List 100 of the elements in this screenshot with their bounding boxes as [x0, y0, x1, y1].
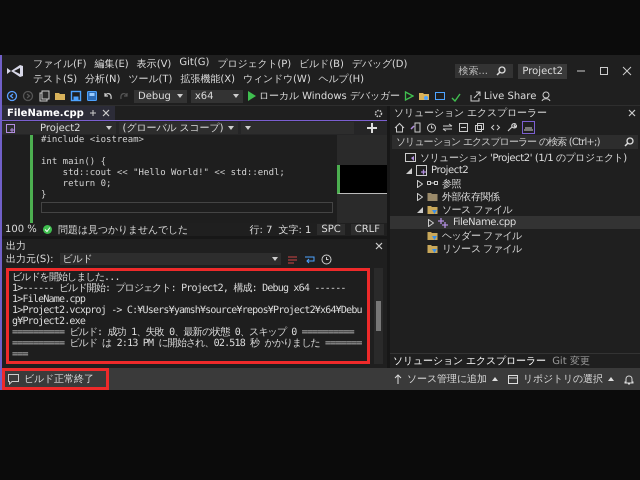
caret-up-icon [608, 377, 614, 381]
window-icon[interactable] [434, 90, 446, 102]
menu-item[interactable]: 拡張機能(X) [180, 72, 236, 86]
search-field[interactable]: 検索... [455, 64, 514, 78]
sync-icon[interactable] [442, 122, 453, 132]
tree-item[interactable]: ソリューション 'Project2' (1/1 のプロジェクト) [390, 151, 640, 164]
caret-up-icon [492, 377, 498, 381]
close-icon[interactable] [622, 66, 632, 76]
zoom-level[interactable]: 100 % [5, 224, 37, 235]
undo-icon[interactable] [102, 90, 114, 102]
menu-item[interactable]: Git(G) [179, 56, 210, 70]
word-wrap-icon[interactable] [304, 254, 315, 264]
output-line: ========== ビルド: 成功 1、失敗 0、最新の状態 0、スキップ 0 ========== [12, 327, 356, 338]
folder-filter-icon [427, 243, 438, 254]
add-icon[interactable] [367, 123, 378, 133]
clear-icon[interactable] [286, 254, 298, 264]
close-icon[interactable] [628, 108, 636, 116]
menu-item[interactable]: 表示(V) [136, 56, 172, 70]
settings-icon[interactable] [374, 108, 383, 118]
menu-item[interactable]: ツール(T) [128, 72, 172, 86]
back-icon[interactable] [6, 90, 18, 102]
menu-item[interactable]: テスト(S) [33, 72, 78, 86]
status-message: ビルド正常終了 [24, 372, 94, 386]
platform-dropdown[interactable]: x64 [190, 90, 243, 102]
issues-status[interactable]: 問題は見つかりませんでした [58, 222, 188, 236]
add-to-source-control-button[interactable]: ソース管理に追加 [394, 372, 498, 386]
document-tab[interactable]: FileName.cpp [2, 106, 115, 120]
history-icon[interactable] [426, 122, 437, 132]
column-number[interactable]: 文字: 1 [278, 222, 312, 236]
code-icon[interactable] [490, 122, 501, 132]
folder-icon [427, 191, 438, 202]
folder-filter-icon [427, 230, 438, 241]
tree-item[interactable]: ソース ファイル [390, 203, 640, 216]
live-share-button[interactable]: Live Share [470, 90, 536, 102]
close-icon[interactable] [375, 242, 383, 250]
expanded-arrow-icon[interactable] [416, 206, 422, 212]
search-icon [624, 137, 634, 147]
new-item-icon[interactable] [38, 90, 50, 102]
preview-icon[interactable] [522, 120, 535, 134]
tree-item[interactable]: リソース ファイル [390, 242, 640, 255]
folder-search-icon[interactable] [418, 90, 430, 102]
collapsed-arrow-icon[interactable] [416, 192, 422, 200]
play-outline-icon[interactable] [404, 91, 414, 101]
tree-item[interactable]: ヘッダー ファイル [390, 229, 640, 242]
switch-view-icon[interactable] [410, 122, 421, 132]
clock-icon[interactable] [320, 254, 332, 264]
collapsed-arrow-icon[interactable] [428, 218, 434, 226]
output-source-dropdown[interactable]: ビルド [60, 253, 281, 265]
bell-icon[interactable] [624, 374, 634, 384]
comment-icon [8, 374, 19, 384]
code-line: } [41, 190, 48, 201]
menu-item[interactable]: ウィンドウ(W) [243, 72, 311, 86]
tree-item[interactable]: Project2 [390, 164, 640, 177]
collapse-icon[interactable] [458, 122, 469, 132]
menu-item[interactable]: 分析(N) [85, 72, 120, 86]
check-circle-icon [42, 225, 52, 234]
start-debugging-button[interactable]: ローカル Windows デバッガー [246, 89, 400, 103]
project-icon [416, 165, 427, 176]
panel-title: ソリューション エクスプローラー [394, 106, 548, 120]
tree-item[interactable]: 外部依存関係 [390, 190, 640, 203]
project-dropdown[interactable]: Project2 [2, 122, 116, 134]
code-line: std::cout << "Hello World!" << std::endl; [62, 168, 286, 179]
line-number[interactable]: 行: 7 [250, 222, 272, 236]
save-all-icon[interactable] [86, 90, 98, 102]
menu-item[interactable]: プロジェクト(P) [217, 56, 292, 70]
expanded-arrow-icon[interactable] [406, 168, 412, 174]
output-source-label: 出力元(S): [6, 252, 54, 266]
caret-icon [272, 257, 278, 261]
maximize-icon[interactable] [599, 66, 609, 76]
panel-tab[interactable]: Git 変更 [552, 354, 590, 368]
menu-item[interactable]: ファイル(F) [33, 56, 87, 70]
scrollbar[interactable] [374, 268, 383, 364]
collapsed-arrow-icon[interactable] [416, 180, 422, 188]
share-icon [470, 90, 481, 102]
tree-item[interactable]: FileName.cpp [390, 216, 640, 229]
project-icon [6, 124, 15, 132]
folder-icon[interactable] [54, 90, 66, 102]
scope-dropdown[interactable]: (グローバル スコープ) [118, 122, 238, 134]
menu-item[interactable]: 編集(E) [94, 56, 129, 70]
wrench-icon[interactable] [506, 122, 517, 132]
project-name-badge: Project2 [518, 64, 567, 78]
home-icon[interactable] [394, 122, 405, 132]
configuration-dropdown[interactable]: Debug [134, 90, 187, 102]
line-ending[interactable]: CRLF [350, 224, 384, 235]
save-icon[interactable] [70, 90, 82, 102]
copy-icon[interactable] [474, 122, 485, 132]
tree-item[interactable]: 参照 [390, 177, 640, 190]
menu-item[interactable]: デバッグ(D) [352, 56, 408, 70]
indent-mode[interactable]: SPC [317, 224, 345, 235]
select-repository-button[interactable]: リポジトリの選択 [508, 372, 614, 386]
caret-icon [244, 126, 250, 130]
output-line: 1>------ ビルド開始: プロジェクト: Project2, 構成: Debug x64 ------ [12, 283, 347, 294]
menu-item[interactable]: ビルド(B) [299, 56, 344, 70]
menu-item[interactable]: ヘルプ(H) [318, 72, 364, 86]
output-line: ビルドを開始しました... [12, 272, 120, 283]
solution-icon [405, 152, 416, 163]
search-icon [496, 66, 506, 76]
close-icon[interactable] [102, 109, 110, 117]
repository-icon [508, 374, 518, 384]
caret-icon [228, 126, 234, 130]
